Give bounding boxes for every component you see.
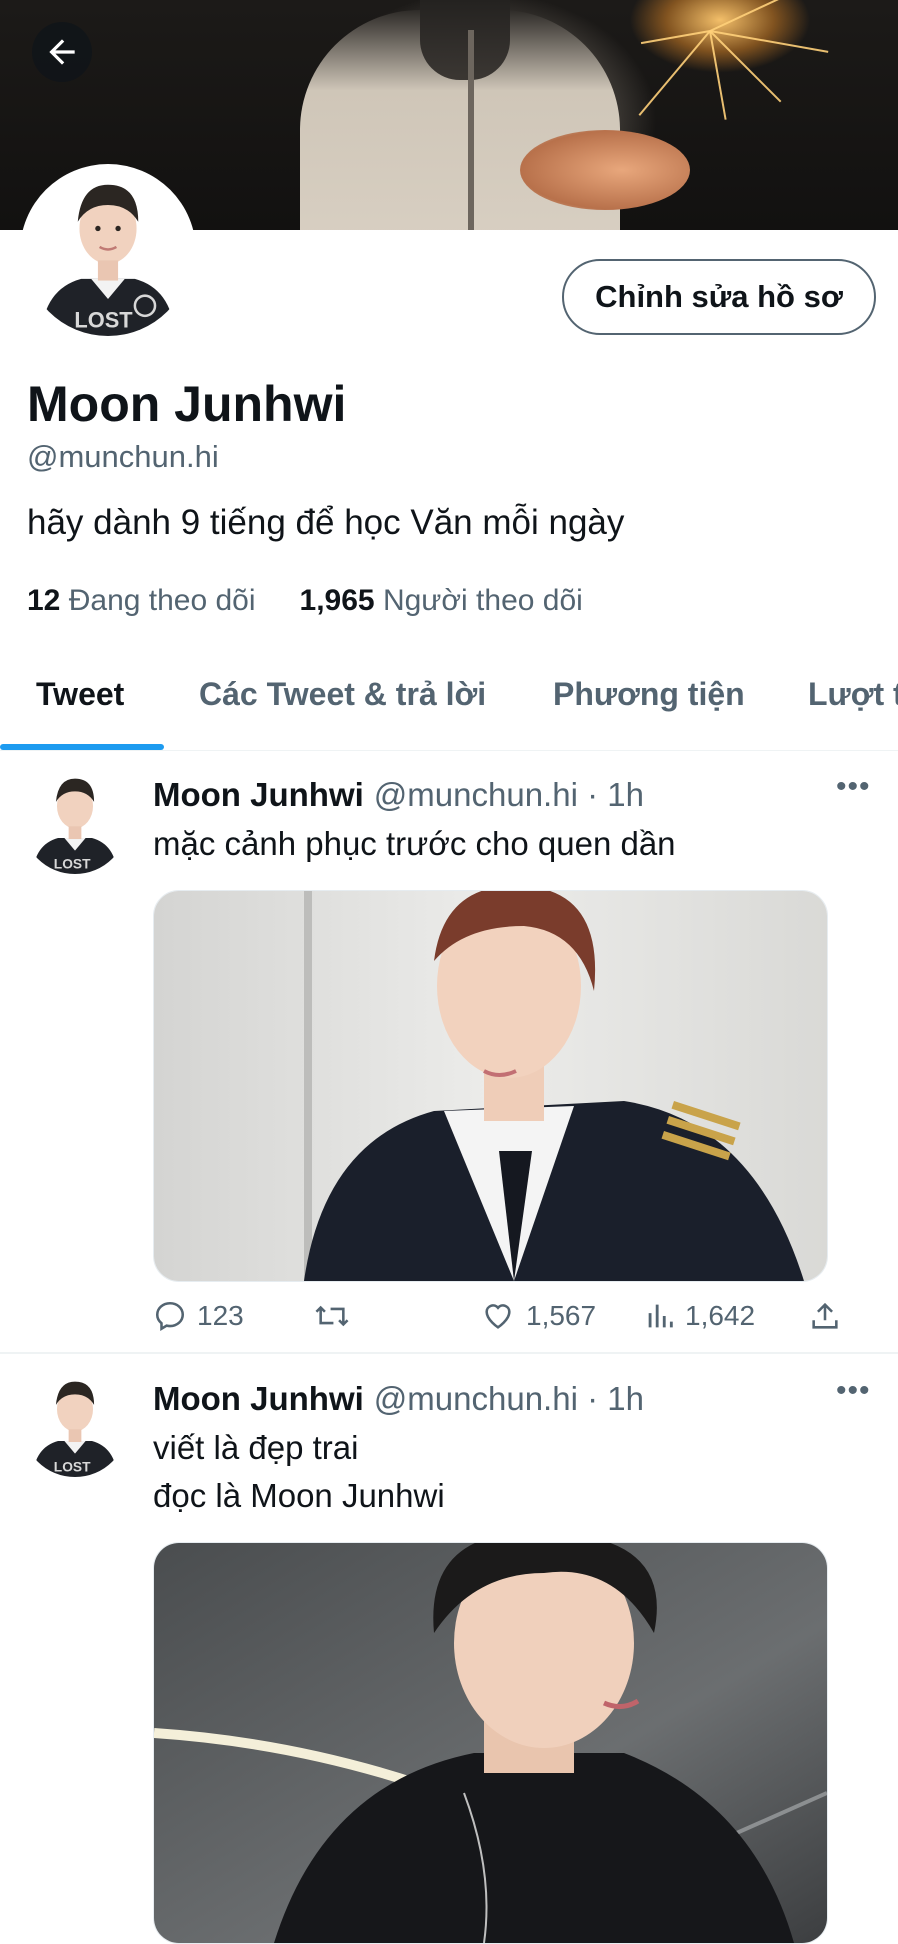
tweet-handle-time: @munchun.hi · 1h (373, 776, 644, 813)
tweet-text-line: viết là đẹp trai (153, 1429, 359, 1466)
sparkler-ray (709, 0, 811, 32)
tweet-header: Moon Junhwi @munchun.hi · 1h (153, 1380, 644, 1418)
following-label: Đang theo dõi (68, 584, 256, 617)
tweet-header: Moon Junhwi @munchun.hi · 1h (153, 776, 644, 814)
edit-profile-button[interactable]: Chỉnh sửa hồ sơ (562, 259, 876, 335)
tweet-image[interactable] (153, 890, 828, 1282)
more-horizontal-icon[interactable]: ••• (836, 770, 871, 804)
retweet-icon (315, 1305, 349, 1327)
followers-link[interactable]: 1,965 Người theo dõi (300, 584, 583, 618)
banner-collar (420, 0, 510, 80)
heart-icon (485, 1304, 511, 1329)
tweet-2[interactable]: LOST Moon Junhwi @munchun.hi · 1h ••• viế… (0, 1356, 898, 1944)
reply-button[interactable]: 123 (153, 1299, 244, 1333)
tweet-handle-time: @munchun.hi · 1h (373, 1380, 644, 1417)
tab-media[interactable]: Phương tiện (553, 676, 745, 713)
retweet-button[interactable] (313, 1299, 361, 1333)
tweet-author-name[interactable]: Moon Junhwi (153, 776, 364, 813)
bar-chart-icon (648, 1304, 673, 1328)
like-button[interactable]: 1,567 (480, 1299, 596, 1333)
tweet-photo (154, 1543, 827, 1943)
avatar-image: LOST (22, 768, 128, 874)
tweet-text: viết là đẹp trai đọc là Moon Junhwi (153, 1424, 445, 1520)
tab-likes[interactable]: Lượt t (808, 676, 898, 713)
following-count: 12 (27, 584, 61, 617)
profile-tabs: Tweet Các Tweet & trả lời Phương tiện Lư… (0, 660, 898, 750)
share-icon (812, 1302, 838, 1329)
more-horizontal-icon[interactable]: ••• (836, 1374, 871, 1408)
following-link[interactable]: 12 Đang theo dõi (27, 584, 256, 618)
follow-stats: 12 Đang theo dõi 1,965 Người theo dõi (27, 584, 583, 618)
banner-zipper (468, 30, 474, 230)
svg-text:LOST: LOST (54, 857, 91, 872)
reply-icon (155, 1301, 185, 1332)
tweet-author-name[interactable]: Moon Junhwi (153, 1380, 364, 1417)
tab-tweets[interactable]: Tweet (36, 676, 124, 713)
avatar-image: LOST (24, 168, 192, 336)
tweet-actions: 123 1,567 1,642 (153, 1299, 853, 1339)
views-count: 1,642 (685, 1300, 756, 1331)
tweet-text-line: đọc là Moon Junhwi (153, 1477, 445, 1514)
profile-avatar[interactable]: LOST (20, 164, 196, 340)
profile-name: Moon Junhwi (27, 376, 347, 432)
tweet-image[interactable] (153, 1542, 828, 1944)
tweet-1[interactable]: LOST Moon Junhwi @munchun.hi · 1h ••• mặc… (0, 752, 898, 1352)
arrow-left-icon (49, 39, 75, 65)
share-button[interactable] (808, 1299, 842, 1333)
tab-tweets-replies[interactable]: Các Tweet & trả lời (199, 676, 486, 713)
svg-text:LOST: LOST (54, 1460, 91, 1475)
tabs-divider (0, 750, 898, 751)
tweet-photo (154, 891, 827, 1281)
sparkler-ray (638, 30, 711, 116)
views-button[interactable]: 1,642 (645, 1299, 755, 1333)
tweet-divider (0, 1352, 898, 1354)
profile-bio: hãy dành 9 tiếng để học Văn mỗi ngày (27, 503, 625, 542)
svg-text:LOST: LOST (74, 308, 133, 333)
avatar-image: LOST (22, 1371, 128, 1477)
tweet-avatar[interactable]: LOST (22, 768, 128, 874)
followers-count: 1,965 (299, 584, 375, 617)
back-button[interactable] (32, 22, 92, 82)
followers-label: Người theo dõi (382, 584, 583, 617)
tweet-avatar[interactable]: LOST (22, 1371, 128, 1477)
profile-handle: @munchun.hi (27, 439, 219, 474)
tweet-text: mặc cảnh phục trước cho quen dần (153, 825, 676, 862)
banner-hand (520, 130, 690, 210)
like-count: 1,567 (526, 1300, 597, 1331)
reply-count: 123 (197, 1300, 244, 1331)
